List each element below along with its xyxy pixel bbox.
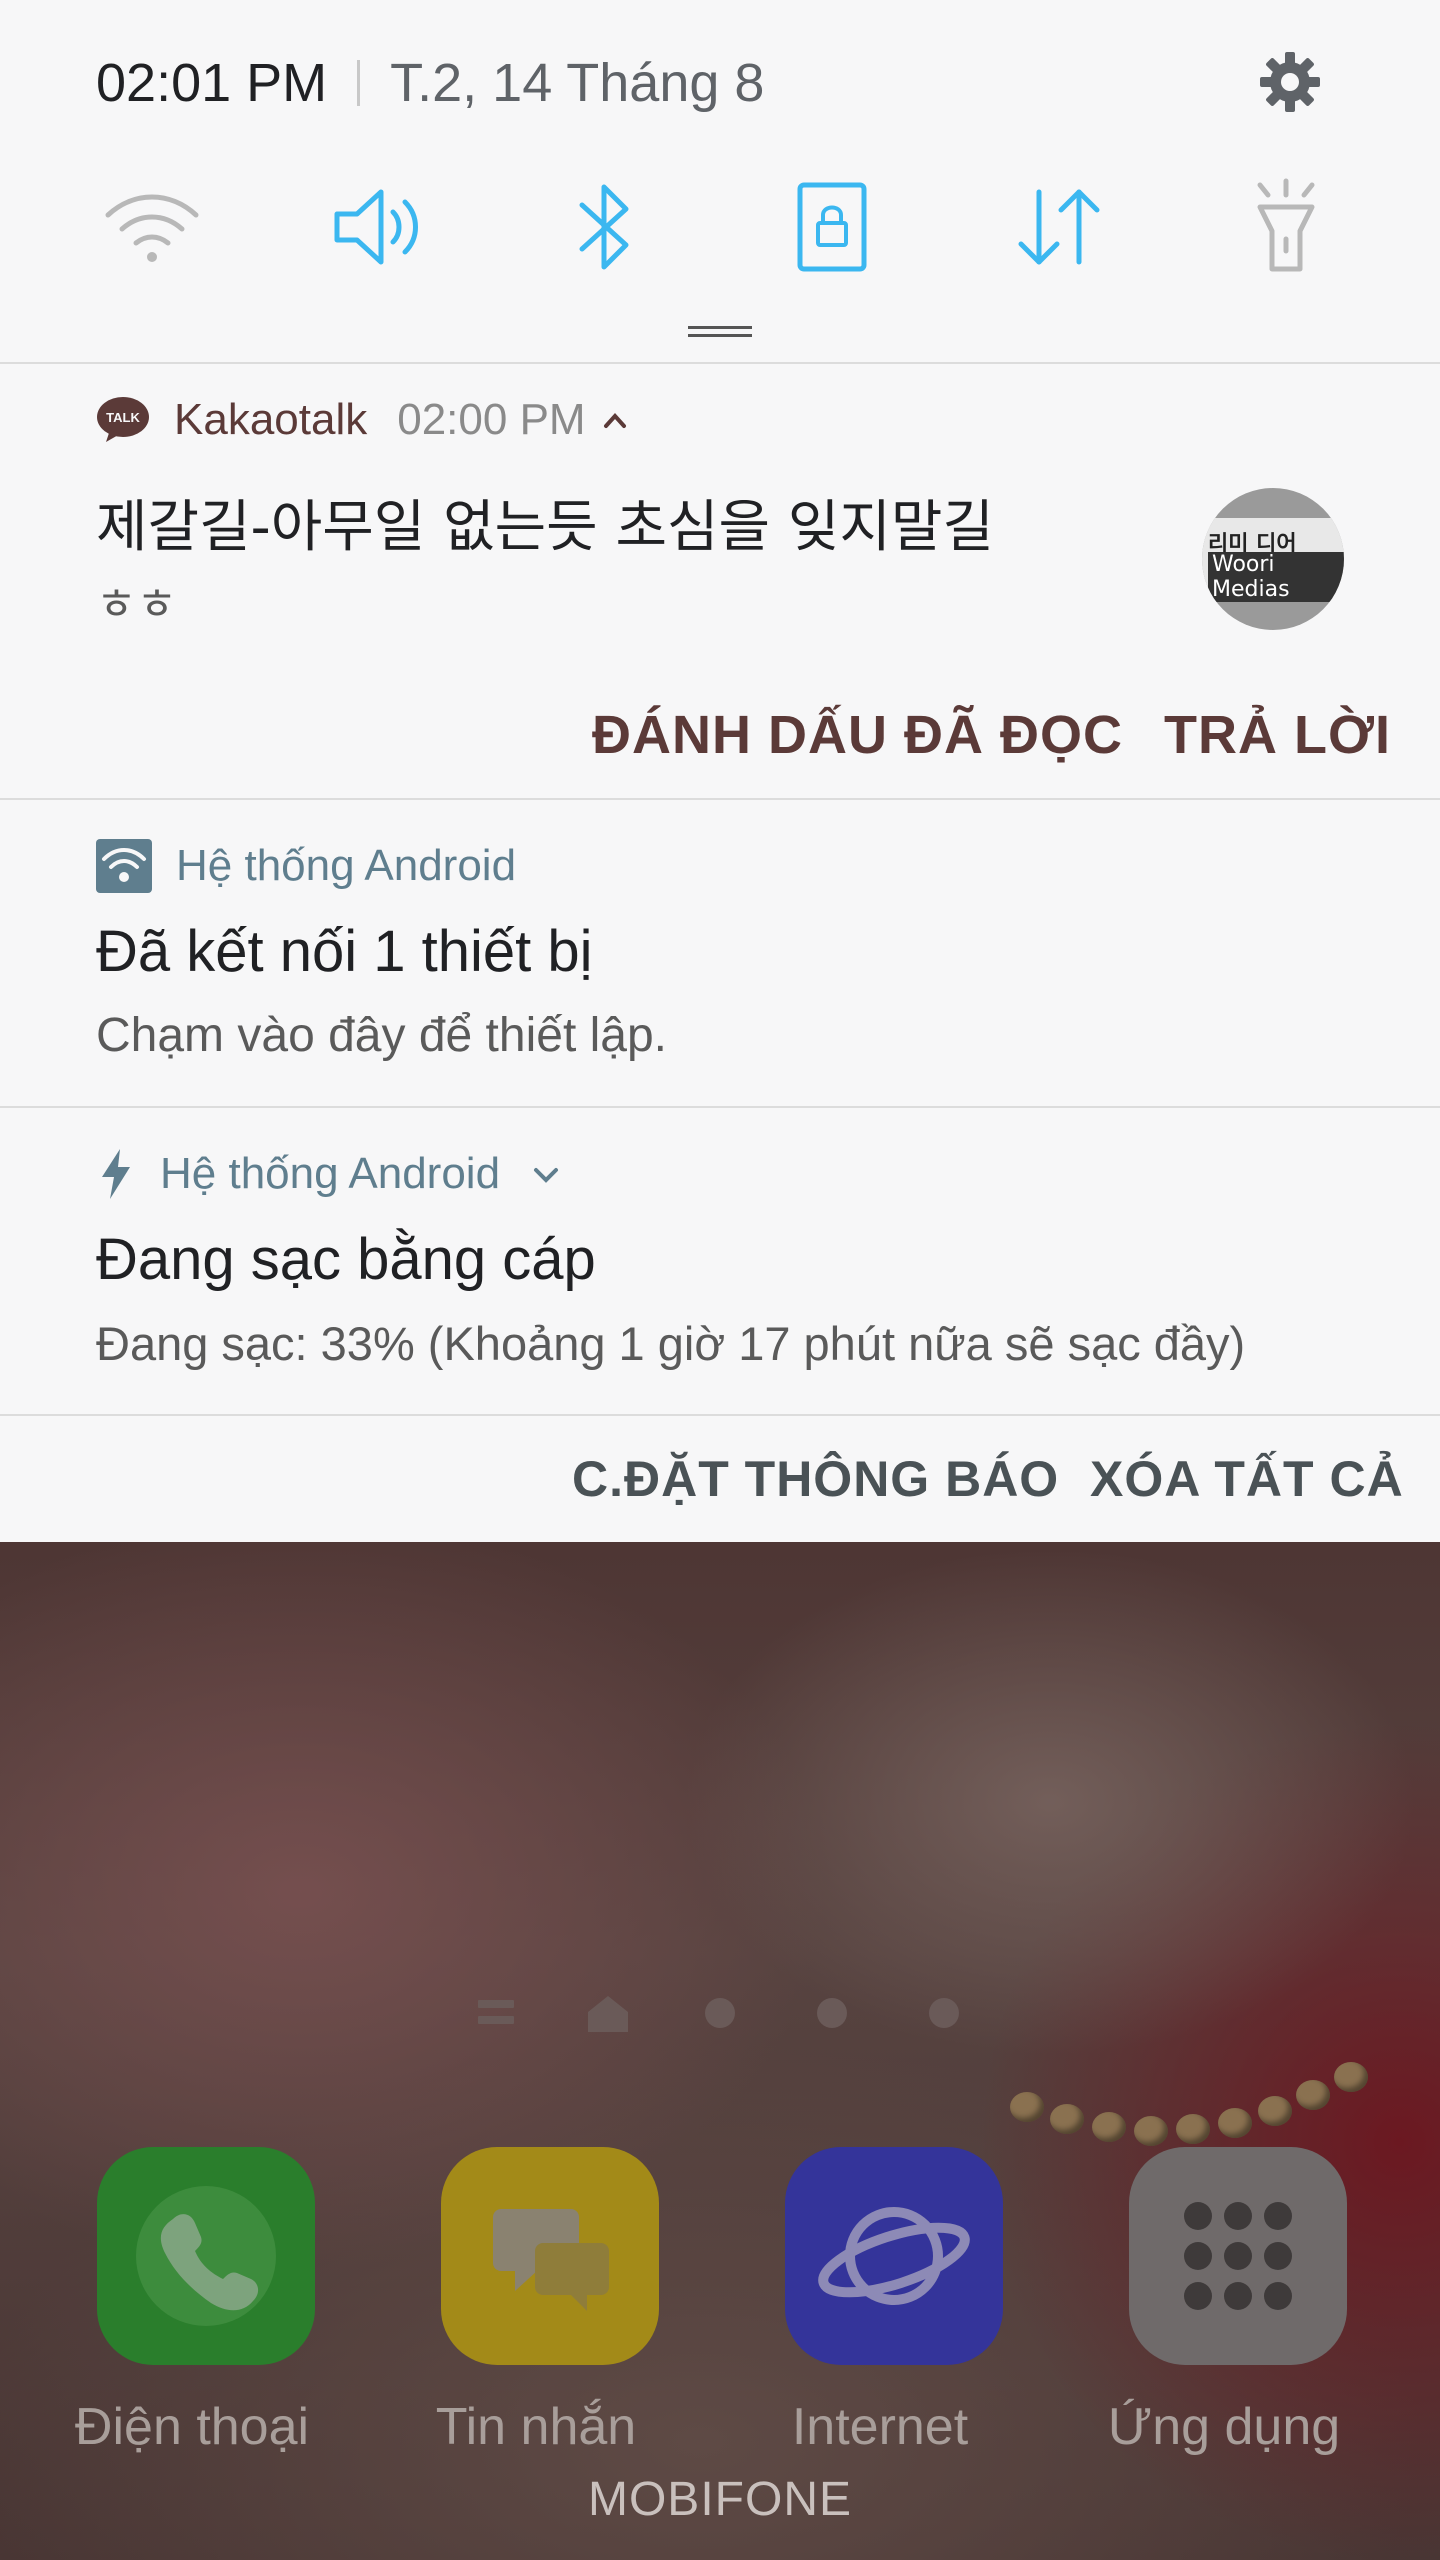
notification-time: 02:00 PM bbox=[397, 395, 586, 444]
rotation-lock-toggle[interactable] bbox=[777, 172, 887, 282]
page-dot[interactable] bbox=[817, 1998, 847, 2028]
messages-icon bbox=[441, 2147, 659, 2365]
bluetooth-icon bbox=[579, 184, 629, 270]
flashlight-toggle[interactable] bbox=[1231, 172, 1341, 282]
notification-hotspot[interactable]: Hệ thống Android Đã kết nối 1 thiết bị C… bbox=[0, 800, 1440, 1106]
wifi-toggle[interactable] bbox=[97, 172, 207, 282]
page-indicator-menu-icon[interactable] bbox=[478, 2000, 514, 2024]
app-messages[interactable]: Tin nhắn bbox=[406, 2147, 666, 2456]
data-transfer-icon bbox=[1018, 189, 1100, 265]
notification-text: ㅎㅎ bbox=[96, 579, 177, 630]
page-dot[interactable] bbox=[705, 1998, 735, 2028]
avatar-caption: Woori Medias bbox=[1208, 552, 1344, 602]
app-label: Tin nhắn bbox=[435, 2398, 637, 2456]
notification-app-name: Hệ thống Android bbox=[160, 1149, 501, 1198]
app-label: Internet bbox=[791, 2398, 969, 2456]
notification-text: Chạm vào đây để thiết lập. bbox=[96, 1009, 668, 1062]
chevron-up-icon[interactable] bbox=[600, 408, 630, 432]
notification-shade: 02:01 PM T.2, 14 Tháng 8 TALK Kakaotalk … bbox=[0, 0, 1440, 1542]
notification-header: Hệ thống Android bbox=[96, 1144, 562, 1204]
notification-title: Đang sạc bằng cáp bbox=[96, 1227, 596, 1292]
notification-text: Đang sạc: 33% (Khoảng 1 giờ 17 phút nữa … bbox=[96, 1317, 1246, 1370]
page-indicator-home-icon[interactable] bbox=[584, 1994, 632, 2034]
app-label: Điện thoại bbox=[74, 2398, 310, 2456]
shade-drag-handle[interactable] bbox=[688, 326, 752, 337]
internet-planet-icon bbox=[785, 2147, 1003, 2365]
svg-text:TALK: TALK bbox=[106, 410, 140, 425]
reply-button[interactable]: TRẢ LỜI bbox=[1164, 704, 1391, 766]
page-dot[interactable] bbox=[929, 1998, 959, 2028]
app-label: Ứng dụng bbox=[1107, 2398, 1341, 2456]
app-phone[interactable]: Điện thoại bbox=[62, 2147, 322, 2456]
notification-settings-button[interactable]: C.ĐẶT THÔNG BÁO bbox=[572, 1450, 1059, 1508]
quick-settings bbox=[0, 172, 1440, 282]
divider bbox=[0, 1414, 1440, 1416]
notification-charging[interactable]: Hệ thống Android Đang sạc bằng cáp Đang … bbox=[0, 1108, 1440, 1414]
rotation-lock-icon bbox=[797, 182, 867, 272]
speaker-icon bbox=[334, 189, 418, 265]
app-apps[interactable]: Ứng dụng bbox=[1094, 2147, 1354, 2456]
mobile-data-toggle[interactable] bbox=[1004, 172, 1114, 282]
kakaotalk-icon: TALK bbox=[97, 397, 149, 442]
gear-icon[interactable] bbox=[1256, 48, 1324, 116]
flashlight-icon bbox=[1257, 178, 1315, 272]
avatar: 리미 디어 Woori Medias bbox=[1202, 488, 1344, 630]
chevron-down-icon[interactable] bbox=[530, 1162, 562, 1186]
lightning-icon bbox=[102, 1149, 130, 1199]
wifi-icon bbox=[105, 194, 199, 262]
phone-icon bbox=[97, 2147, 315, 2365]
status-row: 02:01 PM T.2, 14 Tháng 8 bbox=[96, 50, 764, 116]
notification-app-name: Kakaotalk bbox=[174, 395, 368, 444]
notification-title: Đã kết nối 1 thiết bị bbox=[96, 919, 593, 984]
clock: 02:01 PM bbox=[96, 53, 328, 113]
notification-title: 제갈길-아무일 없는듯 초심을 잊지말길 bbox=[96, 495, 994, 560]
apps-grid-icon bbox=[1129, 2147, 1347, 2365]
home-screen: Điện thoại Tin nhắn Internet Ứng dụng MO… bbox=[0, 1542, 1440, 2560]
carrier-label: MOBIFONE bbox=[587, 2473, 852, 2526]
app-dock: Điện thoại Tin nhắn Internet Ứng dụng bbox=[0, 2147, 1440, 2456]
date[interactable]: T.2, 14 Tháng 8 bbox=[390, 52, 764, 114]
notification-header: Hệ thống Android bbox=[96, 836, 516, 896]
notification-app-name: Hệ thống Android bbox=[176, 841, 517, 890]
sound-toggle[interactable] bbox=[324, 172, 434, 282]
mark-read-button[interactable]: ĐÁNH DẤU ĐÃ ĐỌC bbox=[592, 704, 1123, 766]
app-internet[interactable]: Internet bbox=[750, 2147, 1010, 2456]
clear-all-button[interactable]: XÓA TẤT CẢ bbox=[1090, 1450, 1404, 1508]
notification-header: TALK Kakaotalk 02:00 PM bbox=[96, 390, 630, 450]
hotspot-wifi-icon bbox=[96, 839, 152, 893]
status-separator bbox=[357, 60, 361, 106]
page-indicator bbox=[0, 1992, 1440, 2032]
bluetooth-toggle[interactable] bbox=[550, 172, 660, 282]
